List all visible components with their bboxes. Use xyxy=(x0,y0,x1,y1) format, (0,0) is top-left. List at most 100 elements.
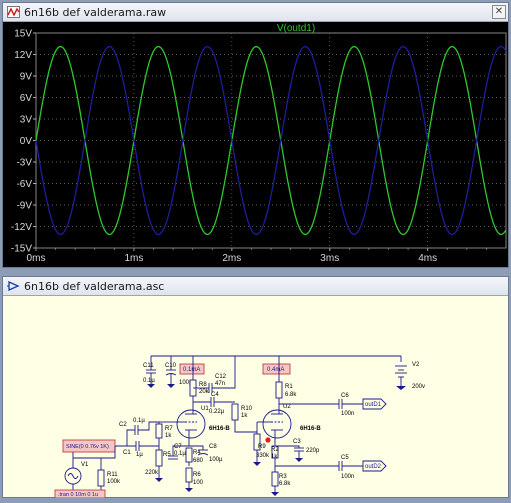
label-v1: V1 xyxy=(81,462,89,468)
trace-2 xyxy=(35,45,507,236)
x-tick-label: 1ms xyxy=(124,253,143,264)
waveform-window-title: 6n16b def valderama.raw xyxy=(24,6,167,19)
value-c7: 0.1µ xyxy=(174,451,186,457)
y-tick-label: 15V xyxy=(14,29,32,40)
label-r5: R5 xyxy=(163,452,171,458)
trace-outd1 xyxy=(35,45,507,236)
ground xyxy=(147,384,155,388)
capacitor-c4 xyxy=(210,397,215,407)
tran-directive: .tran 0 10m 0 1u xyxy=(58,492,98,498)
label-r6: R6 xyxy=(193,472,201,478)
x-tick-label: 4ms xyxy=(418,253,437,264)
ground xyxy=(155,478,163,482)
value-c6: 100n xyxy=(341,411,354,417)
value-v2: 200v xyxy=(412,384,425,390)
label-c6: C6 xyxy=(341,393,349,399)
y-tick-label: -3V xyxy=(16,158,32,169)
label-r11: R11 xyxy=(107,472,118,478)
label-c11: C11 xyxy=(143,363,154,369)
value-c8: 100µ xyxy=(209,457,223,463)
x-tick-label: 0ms xyxy=(27,253,46,264)
value-r1: 6.8k xyxy=(285,392,297,398)
value-r10: 1k xyxy=(241,413,248,419)
value-c4: 0.22µ xyxy=(209,409,225,415)
schematic-drawing[interactable]: V2 200v C11 0.1µ C10 100µ 0.1mA R8 20k C… xyxy=(3,296,508,499)
label-outd2: outD2 xyxy=(365,464,382,470)
value-r6: 100 xyxy=(193,480,204,486)
x-tick-label: 3ms xyxy=(320,253,339,264)
value-r9: 330k xyxy=(256,453,270,459)
resistor-r1 xyxy=(275,381,283,399)
ground xyxy=(253,462,261,466)
value-c2: 0.1µ xyxy=(133,418,145,424)
label-c1: C1 xyxy=(123,450,131,456)
label-c7: C7 xyxy=(174,444,182,450)
resistor-r11 xyxy=(97,469,105,487)
value-r7: 1k xyxy=(165,433,172,439)
label-u2: U2 xyxy=(283,404,291,410)
value-r11: 100k xyxy=(107,479,121,485)
y-tick-label: -9V xyxy=(16,201,32,212)
ground xyxy=(295,458,303,462)
label-r2: R2 xyxy=(271,447,279,453)
y-tick-label: 12V xyxy=(14,50,32,61)
label-c2: C2 xyxy=(119,422,127,428)
capacitor-c11 xyxy=(146,369,156,374)
wire xyxy=(234,420,257,433)
wire xyxy=(126,429,135,446)
plot-frame xyxy=(35,32,507,249)
capacitor-c6 xyxy=(338,399,343,409)
ground xyxy=(185,488,193,492)
label-tube-u2: 6H16-B xyxy=(300,426,321,432)
resistor-r4 xyxy=(185,447,193,463)
value-c5: 100n xyxy=(341,474,354,480)
label-c12: C12 xyxy=(215,374,227,380)
label-r4: R4 xyxy=(193,450,201,456)
label-u1: U1 xyxy=(201,406,209,412)
schematic-titlebar[interactable]: 6n16b def valderama.asc xyxy=(3,277,508,296)
plot-area[interactable]: 15V 12V 9V 6V 3V 0V -3V -6V -9V -12V -15V 0ms 1ms 2ms… xyxy=(3,22,508,267)
waveform-icon xyxy=(7,6,20,18)
y-tick-label: -6V xyxy=(16,179,32,190)
value-c3: 220p xyxy=(306,448,320,454)
y-tick-label: 9V xyxy=(20,72,33,83)
probe-marker xyxy=(265,437,271,443)
value-c12: 47n xyxy=(215,381,225,387)
label-c3: C3 xyxy=(293,439,301,445)
label-c10: C10 xyxy=(165,363,177,369)
value-r4: 680 xyxy=(193,458,204,464)
y-tick-label: 6V xyxy=(20,93,33,104)
value-c11: 0.1µ xyxy=(143,378,155,384)
waveform-titlebar[interactable]: 6n16b def valderama.raw ✕ xyxy=(3,3,508,22)
tube-u1 xyxy=(173,408,206,446)
annotation-current-1: 0.1mA xyxy=(183,367,200,373)
value-r8: 20k xyxy=(199,389,210,395)
capacitor-c5 xyxy=(338,461,343,471)
schematic-icon xyxy=(7,280,20,292)
resistor-r3 xyxy=(271,471,279,487)
value-r5: 220k xyxy=(145,470,159,476)
waveform-plot[interactable]: 15V12V9V6V3V0V-3V-6V-9V-12V-15V0ms 1ms 2ms… xyxy=(3,22,508,268)
label-r8: R8 xyxy=(199,382,207,388)
label-r9: R9 xyxy=(258,444,266,450)
resistor-r5 xyxy=(155,449,163,467)
label-v2: V2 xyxy=(412,362,420,368)
label-c4: C4 xyxy=(211,392,219,398)
tube-u2 xyxy=(257,409,292,442)
capacitor-c1 xyxy=(135,441,140,451)
label-outd1: outD1 xyxy=(365,402,382,408)
sine-source-v1 xyxy=(64,467,82,485)
ground xyxy=(167,384,175,388)
y-tick-label: 0V xyxy=(20,136,33,147)
capacitor-c3 xyxy=(294,447,304,452)
annotation-current-2: 0.4mA xyxy=(267,367,284,373)
y-tick-label: -12V xyxy=(11,222,32,233)
value-r3: 6.8k xyxy=(279,481,291,487)
resistor-r10 xyxy=(231,403,239,421)
plot-title: V(outd1) xyxy=(277,23,315,34)
schematic-canvas[interactable]: V2 200v C11 0.1µ C10 100µ 0.1mA R8 20k C… xyxy=(3,296,508,499)
close-button[interactable]: ✕ xyxy=(492,5,506,19)
waveform-window: 6n16b def valderama.raw ✕ 15V 12V 9V 6V 3V 0V… xyxy=(2,2,509,268)
label-c5: C5 xyxy=(341,455,349,461)
schematic-window: 6n16b def valderama.asc V2 200v C11 0.1µ… xyxy=(2,276,509,499)
